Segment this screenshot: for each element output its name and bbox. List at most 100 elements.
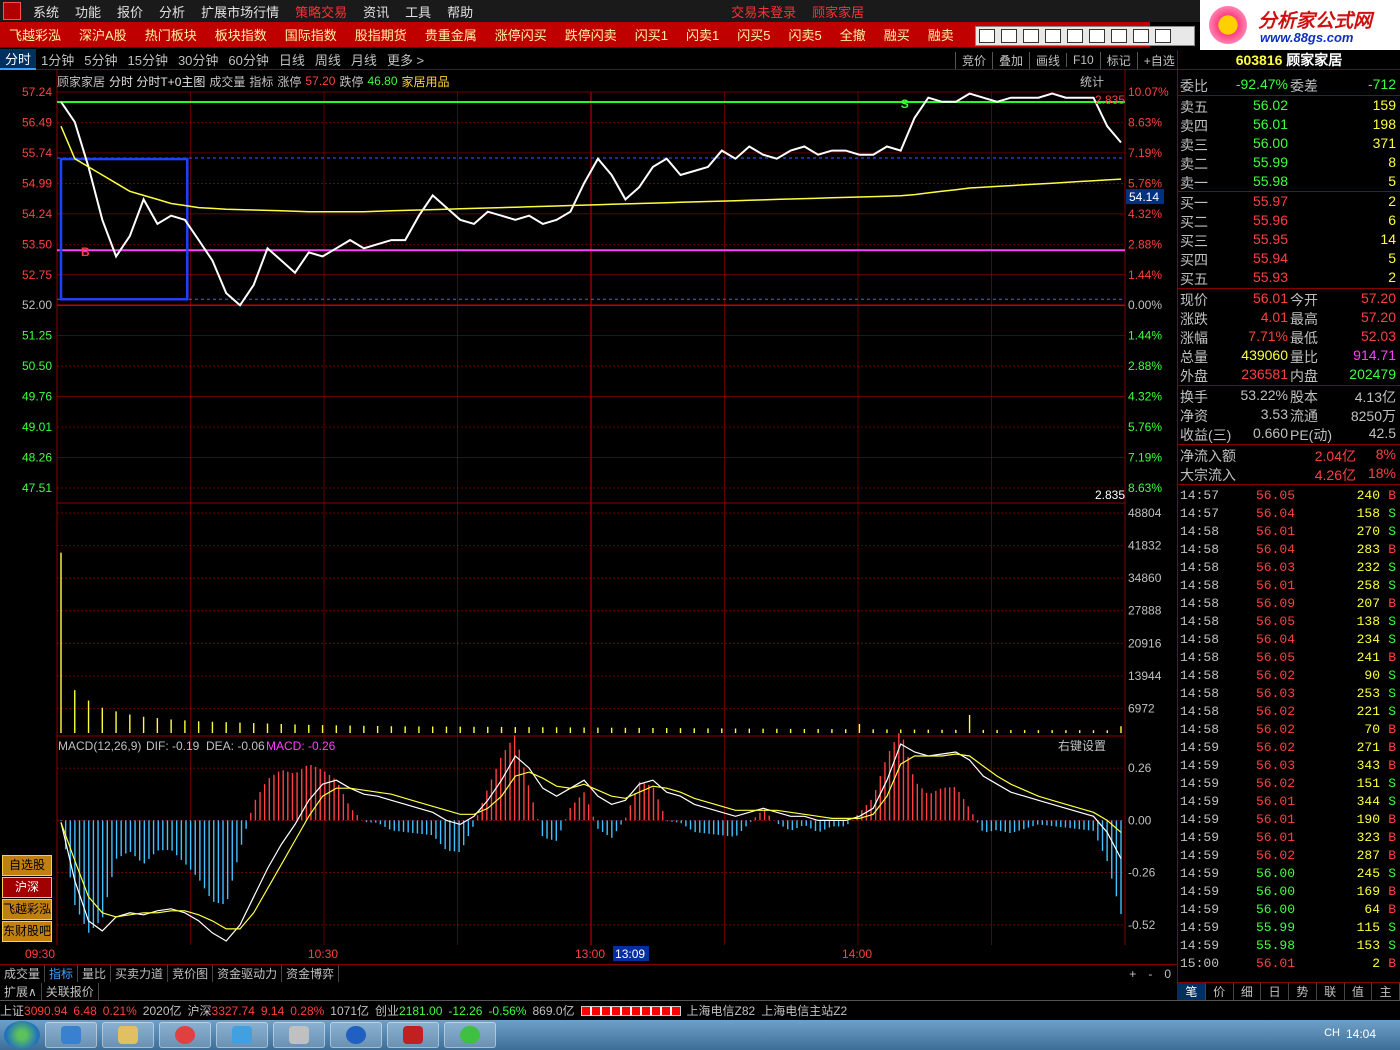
trade-row[interactable]: 14:58 56.02 90 S [1178, 667, 1400, 685]
trade-row[interactable]: 14:59 55.99 115 S [1178, 919, 1400, 937]
trade-row[interactable]: 14:58 56.04 283 B [1178, 541, 1400, 559]
bid-row[interactable]: 买一 55.97 2 [1178, 193, 1400, 212]
quote-tab[interactable]: 日 [1261, 983, 1289, 1000]
taskbar-globe-icon[interactable] [444, 1022, 496, 1048]
tab-1min[interactable]: 1分钟 [36, 50, 79, 69]
trade-row[interactable]: 14:59 56.00 64 B [1178, 901, 1400, 919]
toolbar-limitup-buy[interactable]: 涨停闪买 [486, 25, 556, 44]
brand-banner[interactable]: 分析家公式网 www.88gs.com [1200, 0, 1400, 50]
tray-lang[interactable]: CH [1324, 1027, 1340, 1039]
tab-intraday[interactable]: 分时 [0, 49, 37, 70]
trade-row[interactable]: 14:59 55.98 153 S [1178, 937, 1400, 955]
auction-button[interactable]: 竞价 [955, 51, 992, 69]
trade-row[interactable]: 14:58 56.09 207 B [1178, 595, 1400, 613]
tab-fund-drive[interactable]: 资金驱动力 [213, 965, 283, 982]
tab-more[interactable]: 更多 > [382, 50, 429, 69]
toolbar-intl-index[interactable]: 国际指数 [276, 25, 346, 44]
bid-row[interactable]: 买二 55.96 6 [1178, 212, 1400, 231]
zoom-in-button[interactable]: + [1123, 967, 1142, 981]
menu-system[interactable]: 系统 [33, 2, 59, 21]
tab-fund-game[interactable]: 资金博弈 [282, 965, 340, 982]
tab-indicator[interactable]: 指标 [45, 965, 79, 982]
toolbar-sector-index[interactable]: 板块指数 [206, 25, 276, 44]
menu-quote[interactable]: 报价 [117, 2, 143, 21]
trade-row[interactable]: 14:59 56.00 245 S [1178, 865, 1400, 883]
ask-row[interactable]: 卖二 55.99 8 [1178, 154, 1400, 173]
menu-news[interactable]: 资讯 [363, 2, 389, 21]
trade-row[interactable]: 14:59 56.01 344 S [1178, 793, 1400, 811]
taskbar-folder-icon[interactable] [102, 1022, 154, 1048]
toolbar-flash-sell-5[interactable]: 闪卖5 [780, 25, 831, 44]
toolbar-index-futures[interactable]: 股指期货 [346, 25, 416, 44]
taskbar-app-icon[interactable] [387, 1022, 439, 1048]
toolbar-flash-buy-5[interactable]: 闪买5 [728, 25, 779, 44]
quote-tab[interactable]: 笔 [1178, 983, 1206, 1000]
tab-weekly[interactable]: 周线 [310, 50, 346, 69]
trade-row[interactable]: 14:57 56.04 158 S [1178, 505, 1400, 523]
taskbar-clock[interactable]: 14:04 [1346, 1027, 1376, 1041]
zoom-out-button[interactable]: - [1142, 967, 1158, 981]
trade-row[interactable]: 14:59 56.01 190 B [1178, 811, 1400, 829]
toolbar-flash-buy-1[interactable]: 闪买1 [626, 25, 677, 44]
bid-row[interactable]: 买三 55.95 14 [1178, 231, 1400, 250]
weibi-row[interactable]: 委比 -92.47% 委差 -712 [1178, 76, 1400, 95]
trade-row[interactable]: 14:58 56.03 232 S [1178, 559, 1400, 577]
quote-tab[interactable]: 价 [1206, 983, 1234, 1000]
start-button-icon[interactable] [4, 1021, 40, 1049]
tab-volume-ratio[interactable]: 量比 [78, 965, 112, 982]
toolbar-shsz-a[interactable]: 深沪A股 [70, 25, 136, 44]
mark-button[interactable]: 标记 [1099, 51, 1137, 69]
pin-icon[interactable] [1045, 29, 1061, 43]
toolbar-margin-buy[interactable]: 融买 [875, 25, 919, 44]
tab-5min[interactable]: 5分钟 [79, 50, 122, 69]
intraday-chart[interactable]: 57.24 10.07% 56.49 8.63% 55.74 7.19% 54.99 5.76… [0, 70, 1177, 945]
restore-icon[interactable] [1001, 29, 1017, 43]
quote-tab[interactable]: 势 [1289, 983, 1317, 1000]
tab-extend[interactable]: 扩展∧ [0, 982, 42, 1000]
overlay-button[interactable]: 叠加 [992, 51, 1029, 69]
window-layout-icon[interactable] [979, 29, 995, 43]
settings-icon[interactable] [1155, 29, 1171, 43]
ask-row[interactable]: 卖一 55.98 5 [1178, 173, 1400, 192]
trade-row[interactable]: 14:58 56.01 270 S [1178, 523, 1400, 541]
tab-60min[interactable]: 60分钟 [223, 50, 273, 69]
ask-row[interactable]: 卖五 56.02 159 [1178, 97, 1400, 116]
menu-function[interactable]: 功能 [75, 2, 101, 21]
eastmoney-forum-button[interactable]: 东财股吧 [2, 921, 52, 942]
hs-label[interactable]: 沪深 [188, 1002, 212, 1019]
toolbar-feiyue[interactable]: 飞越彩泓 [0, 25, 70, 44]
bid-row[interactable]: 买五 55.93 2 [1178, 269, 1400, 288]
quote-tab[interactable]: 值 [1345, 983, 1373, 1000]
login-status[interactable]: 交易未登录 [731, 2, 796, 21]
trade-row[interactable]: 14:58 56.02 70 B [1178, 721, 1400, 739]
menu-tools[interactable]: 工具 [405, 2, 431, 21]
toolbar-hot-sector[interactable]: 热门板块 [136, 25, 206, 44]
server-2[interactable]: 上海电信主站Z2 [761, 1002, 847, 1019]
sh-label[interactable]: 上证 [0, 1002, 24, 1019]
tab-15min[interactable]: 15分钟 [122, 50, 172, 69]
menu-analysis[interactable]: 分析 [159, 2, 185, 21]
trade-row[interactable]: 14:58 56.05 138 S [1178, 613, 1400, 631]
feiyue-button[interactable]: 飞越彩泓 [2, 899, 52, 920]
zoom-reset-button[interactable]: 0 [1158, 967, 1177, 981]
grid-icon[interactable] [1089, 29, 1105, 43]
tab-monthly[interactable]: 月线 [346, 50, 382, 69]
server-1[interactable]: 上海电信Z82 [687, 1002, 756, 1019]
trade-row[interactable]: 14:59 56.01 323 B [1178, 829, 1400, 847]
taskbar-calc-icon[interactable] [273, 1022, 325, 1048]
f10-button[interactable]: F10 [1066, 53, 1100, 67]
taskbar-chrome-icon[interactable] [159, 1022, 211, 1048]
taskbar-ie-icon[interactable] [45, 1022, 97, 1048]
trade-row[interactable]: 14:59 56.02 287 B [1178, 847, 1400, 865]
quote-tab[interactable]: 主 [1372, 983, 1400, 1000]
taskbar-k-icon[interactable] [330, 1022, 382, 1048]
menu-strategy-trade[interactable]: 策略交易 [295, 2, 347, 21]
bid-row[interactable]: 买四 55.94 5 [1178, 250, 1400, 269]
trade-row[interactable]: 14:59 56.02 271 B [1178, 739, 1400, 757]
tab-related-quote[interactable]: 关联报价 [42, 982, 99, 1000]
quote-tab[interactable]: 联 [1317, 983, 1345, 1000]
trade-row[interactable]: 14:57 56.05 240 B [1178, 487, 1400, 505]
panel-icon[interactable] [1023, 29, 1039, 43]
trade-row[interactable]: 14:58 56.02 221 S [1178, 703, 1400, 721]
toolbar-cancel-all[interactable]: 全撤 [831, 25, 875, 44]
